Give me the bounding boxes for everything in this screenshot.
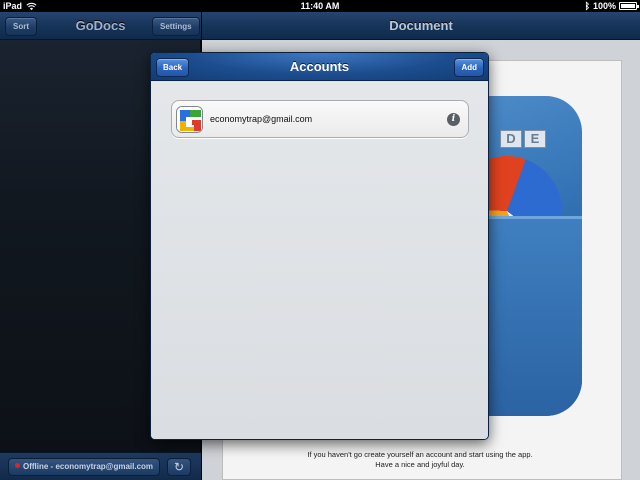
sort-button[interactable]: Sort <box>5 17 37 36</box>
account-email: economytrap@gmail.com <box>210 114 313 124</box>
add-account-button[interactable]: Add <box>454 58 484 77</box>
refresh-icon: ↻ <box>173 460 185 474</box>
accounts-popover: Accounts Back Add economytrap@gmail.com … <box>150 52 489 440</box>
app-icon-tab: E <box>524 130 546 148</box>
google-g-icon <box>177 107 202 132</box>
bluetooth-icon: ᛒ <box>584 1 590 11</box>
app-icon-tab: D <box>500 130 522 148</box>
sidebar-toolbar: Offline - economytrap@gmail.com ↻ <box>0 452 201 480</box>
document-navbar: Document <box>202 12 640 40</box>
google-account-icon <box>176 106 203 133</box>
info-icon[interactable]: i <box>447 113 460 126</box>
battery-percent: 100% <box>592 1 616 11</box>
sidebar-navbar: GoDocs Sort Settings <box>0 12 201 40</box>
battery-icon <box>619 2 639 10</box>
back-button[interactable]: Back <box>156 58 190 77</box>
status-time: 11:40 AM <box>300 1 340 11</box>
popover-title: Accounts <box>289 59 350 74</box>
document-text-line: Have a nice and joyful day. <box>375 460 465 469</box>
status-bar: iPad 11:40 AM ᛒ 100% <box>0 0 640 12</box>
offline-status-label: Offline - economytrap@gmail.com <box>23 462 154 471</box>
offline-dot-icon <box>15 463 20 468</box>
accounts-list: economytrap@gmail.com i <box>151 82 488 439</box>
offline-status-button[interactable]: Offline - economytrap@gmail.com <box>8 458 160 476</box>
document-title: Document <box>389 18 453 33</box>
popover-navbar: Accounts Back Add <box>151 53 488 81</box>
document-text-line: If you haven't go create yourself an acc… <box>307 450 533 459</box>
document-body-text: If you haven't go create yourself an acc… <box>220 450 620 470</box>
account-row[interactable]: economytrap@gmail.com i <box>171 100 469 138</box>
refresh-button[interactable]: ↻ <box>167 458 191 476</box>
settings-button[interactable]: Settings <box>152 17 200 36</box>
